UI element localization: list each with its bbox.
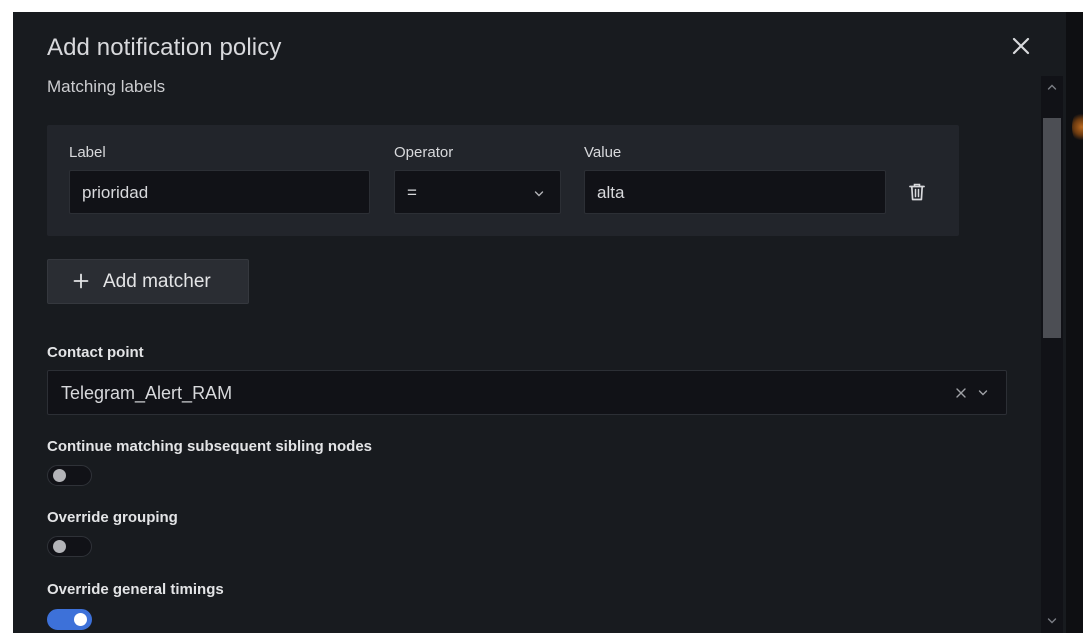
matching-labels-title: Matching labels	[47, 77, 166, 96]
override-grouping-toggle[interactable]	[47, 536, 92, 557]
scroll-down-arrow-icon[interactable]	[1047, 616, 1057, 626]
notification-policy-modal: Add notification policy Matching labels …	[13, 12, 1066, 633]
toggle-knob	[53, 469, 66, 482]
delete-matcher-button[interactable]	[907, 180, 927, 204]
trash-icon	[909, 183, 925, 201]
scroll-up-arrow-icon[interactable]	[1047, 82, 1057, 92]
toggle-knob	[53, 540, 66, 553]
contact-point-label: Contact point	[47, 344, 144, 361]
close-icon	[1012, 37, 1030, 55]
background-logo-glow	[1072, 112, 1083, 142]
override-grouping-label: Override grouping	[47, 509, 178, 526]
continue-matching-toggle[interactable]	[47, 465, 92, 486]
add-matcher-button[interactable]: Add matcher	[47, 259, 249, 304]
clear-icon[interactable]	[955, 387, 967, 399]
scrollbar-thumb[interactable]	[1043, 118, 1061, 338]
chevron-down-icon	[978, 390, 988, 396]
chevron-down-icon	[534, 191, 544, 197]
contact-point-value: Telegram_Alert_RAM	[61, 383, 233, 403]
matcher-row: Label Operator Value prioridad = alta	[47, 125, 959, 236]
contact-point-select[interactable]: Telegram_Alert_RAM	[47, 370, 1007, 415]
close-button[interactable]	[1009, 34, 1033, 58]
modal-title: Add notification policy	[47, 34, 282, 61]
value-field-label: Value	[584, 144, 622, 161]
label-input-value: prioridad	[82, 183, 149, 202]
add-matcher-label: Add matcher	[103, 271, 211, 292]
modal-scrollbar[interactable]	[1041, 76, 1063, 633]
toggle-knob	[74, 613, 87, 626]
value-input-value: alta	[597, 183, 625, 202]
background-app	[1066, 12, 1083, 633]
override-timings-toggle[interactable]	[47, 609, 92, 630]
continue-matching-label: Continue matching subsequent sibling nod…	[47, 438, 373, 455]
label-field-label: Label	[69, 144, 106, 161]
operator-select[interactable]: =	[394, 170, 561, 214]
operator-field-label: Operator	[394, 144, 454, 161]
value-input[interactable]: alta	[584, 170, 886, 214]
plus-icon	[73, 273, 89, 289]
override-timings-label: Override general timings	[47, 581, 224, 598]
operator-select-value: =	[407, 183, 417, 202]
modal-scroll-content: Matching labels Label Operator Value pri…	[13, 76, 1041, 633]
label-input[interactable]: prioridad	[69, 170, 370, 214]
